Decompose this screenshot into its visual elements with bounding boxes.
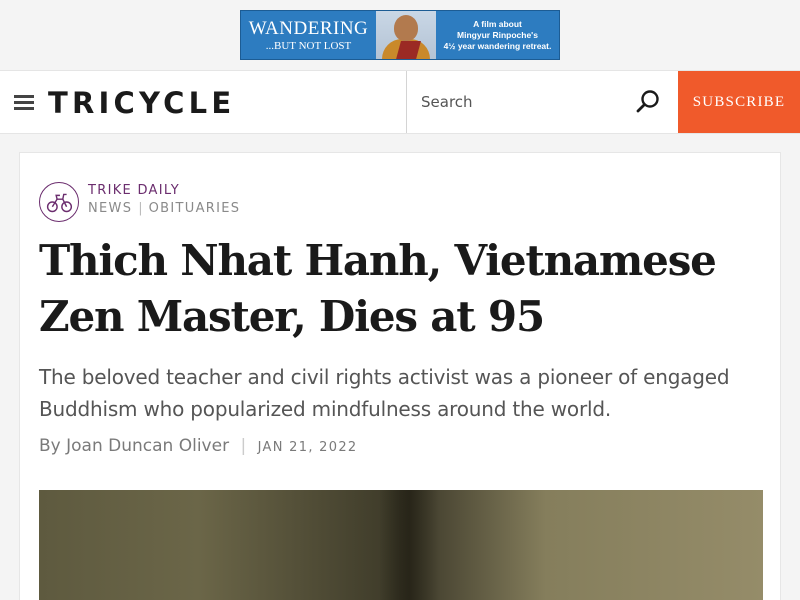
ad-text-line: 4½ year wandering retreat. bbox=[443, 40, 552, 51]
article-headline: Thich Nhat Hanh, Vietnamese Zen Master, … bbox=[39, 236, 717, 341]
ad-title: WANDERING bbox=[248, 17, 369, 39]
menu-icon[interactable] bbox=[14, 94, 34, 110]
category-list: NEWS | OBITUARIES bbox=[88, 201, 240, 216]
search-box bbox=[406, 71, 678, 133]
ad-text-line: Mingyur Rinpoche's bbox=[457, 29, 538, 40]
author-link[interactable]: Joan Duncan Oliver bbox=[66, 436, 229, 456]
byline-prefix: By bbox=[39, 436, 61, 456]
subscribe-button[interactable]: SUBSCRIBE bbox=[678, 71, 800, 133]
category-link-obituaries[interactable]: OBITUARIES bbox=[149, 201, 241, 216]
category-link-news[interactable]: NEWS bbox=[88, 201, 132, 216]
section-label[interactable]: TRIKE DAILY bbox=[88, 183, 180, 198]
ad-text-block: A film about Mingyur Rinpoche's 4½ year … bbox=[436, 11, 559, 59]
publish-date: JAN 21, 2022 bbox=[257, 440, 358, 455]
ad-subtitle: ...BUT NOT LOST bbox=[265, 39, 352, 52]
site-header: TRICYCLE SUBSCRIBE bbox=[0, 70, 800, 134]
tricycle-icon bbox=[39, 182, 79, 222]
ad-text-line: A film about bbox=[473, 18, 522, 29]
search-input[interactable] bbox=[421, 89, 621, 115]
ad-photo bbox=[376, 11, 436, 59]
category-divider: | bbox=[138, 201, 143, 216]
article-card: TRIKE DAILY NEWS | OBITUARIES Thich Nhat H… bbox=[19, 152, 781, 600]
site-logo[interactable]: TRICYCLE bbox=[48, 86, 235, 120]
ad-banner[interactable]: WANDERING ...BUT NOT LOST A film about M… bbox=[240, 10, 560, 60]
search-icon[interactable] bbox=[635, 89, 661, 115]
byline-divider: | bbox=[240, 436, 247, 456]
byline: By Joan Duncan Oliver | JAN 21, 2022 bbox=[39, 436, 357, 456]
ad-title-block: WANDERING ...BUT NOT LOST bbox=[241, 11, 376, 59]
hero-image bbox=[39, 490, 763, 600]
article-dek: The beloved teacher and civil rights act… bbox=[39, 365, 730, 421]
